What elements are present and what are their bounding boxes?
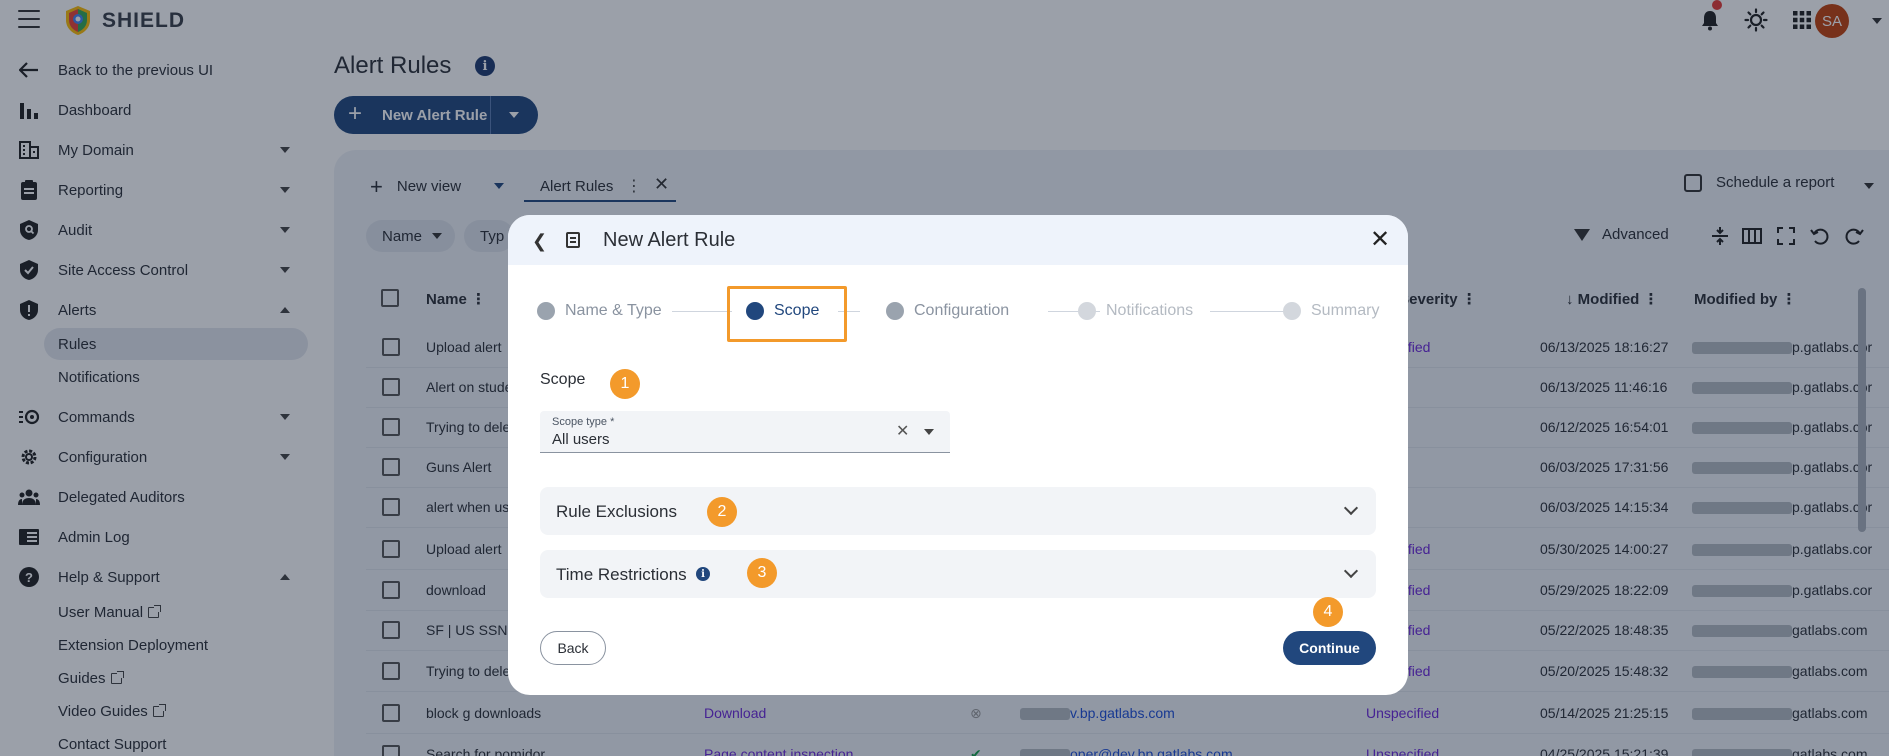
new-alert-rule-dialog: ❮ New Alert Rule ✕ Name & Type Scope Con… <box>508 215 1408 695</box>
chevron-down-icon[interactable] <box>924 429 934 435</box>
step-label: Notifications <box>1106 302 1194 319</box>
rule-exclusions-accordion[interactable]: Rule Exclusions <box>540 487 1376 535</box>
annotation-badge: 1 <box>610 369 640 399</box>
back-chevron-icon[interactable]: ❮ <box>532 231 547 252</box>
highlight-box <box>727 286 847 342</box>
chevron-down-icon <box>1343 563 1359 579</box>
step-configuration[interactable]: Configuration <box>886 301 1009 321</box>
step-name-type[interactable]: Name & Type <box>537 301 662 321</box>
step-dot <box>1283 302 1301 320</box>
chevron-down-icon <box>1343 500 1359 516</box>
step-dot <box>886 302 904 320</box>
stepper-line <box>672 311 732 312</box>
step-label: Configuration <box>914 302 1010 319</box>
back-button[interactable]: Back <box>540 631 606 665</box>
continue-button[interactable]: Continue <box>1283 631 1376 665</box>
dialog-title: New Alert Rule <box>603 229 736 251</box>
step-dot <box>537 302 555 320</box>
accordion-label: Rule Exclusions <box>556 502 677 521</box>
annotation-badge: 3 <box>747 558 777 588</box>
step-label: Name & Type <box>565 302 662 319</box>
annotation-badge: 2 <box>707 497 737 527</box>
scope-section-title: Scope <box>540 371 586 388</box>
dialog-header: ❮ New Alert Rule ✕ <box>508 215 1408 265</box>
step-dot <box>1078 302 1096 320</box>
step-notifications[interactable]: Notifications <box>1078 301 1193 321</box>
time-restrictions-accordion[interactable]: Time Restrictions i <box>540 550 1376 598</box>
field-value: All users <box>552 431 610 448</box>
field-label: Scope type * <box>552 416 615 428</box>
info-icon[interactable]: i <box>696 567 710 581</box>
step-summary[interactable]: Summary <box>1283 301 1379 321</box>
accordion-label: Time Restrictions <box>556 565 687 584</box>
scope-type-select[interactable]: Scope type * All users ✕ <box>540 411 950 453</box>
stepper-line <box>1210 311 1294 312</box>
clear-icon[interactable]: ✕ <box>896 421 909 441</box>
close-icon[interactable]: ✕ <box>1370 225 1390 254</box>
document-icon <box>566 232 580 248</box>
annotation-badge: 4 <box>1313 597 1343 627</box>
step-label: Summary <box>1311 302 1380 319</box>
